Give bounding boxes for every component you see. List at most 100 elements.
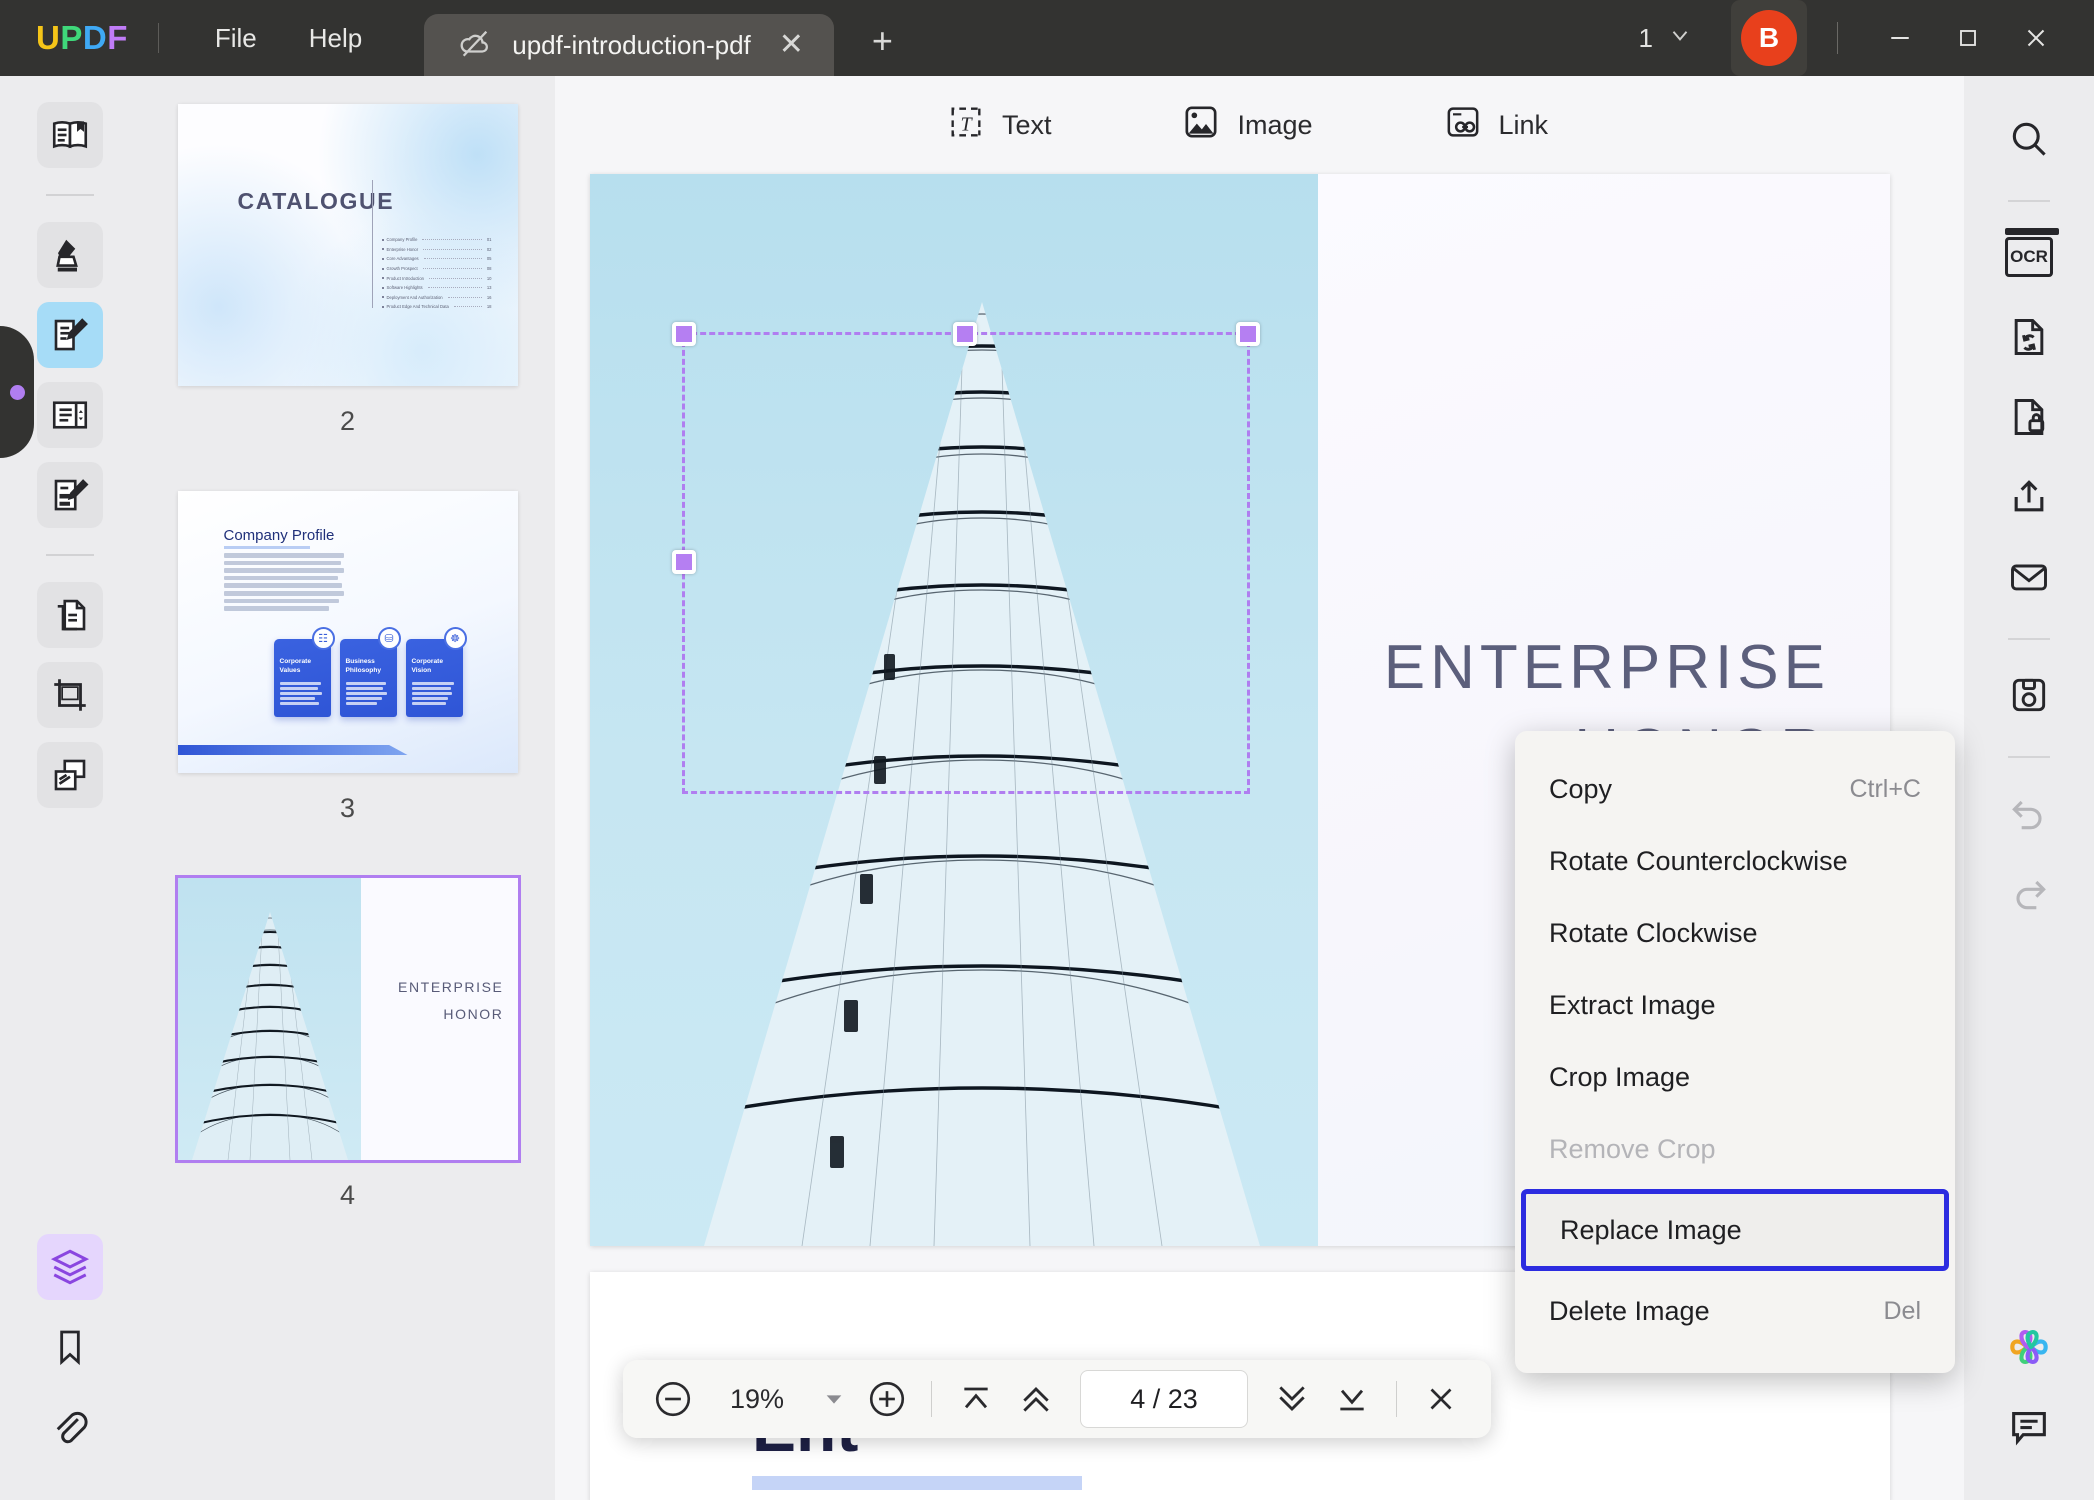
thumbnail-page-4[interactable]: ENTERPRISE HONOR [174,875,521,1163]
logo-letter-p: P [60,19,83,56]
avatar-button[interactable]: B [1731,0,1807,76]
ctx-crop-image[interactable]: Crop Image [1515,1041,1955,1113]
toolbar-divider-1 [931,1381,932,1417]
logo-letter-f: F [107,19,128,56]
sidebar-item-attachments[interactable] [37,1394,103,1460]
ocr-icon: OCR [2005,228,2059,277]
tool-ocr[interactable]: OCR [1996,224,2062,290]
main-document-area: T Text Image Link ENTERPRISE Copy Ctrl+C… [555,76,2094,1500]
thumbnail-page-number: 2 [339,406,356,436]
edit-tool-text[interactable]: T Text [930,92,1068,159]
link-icon [1443,102,1483,149]
skyscraper-photo [704,302,1260,1246]
maximize-button[interactable] [1936,11,2000,65]
collapse-panel-handle[interactable] [0,326,34,458]
sidebar-item-page-organize[interactable] [37,382,103,448]
tool-save[interactable] [1996,662,2062,728]
thumb4-photo [177,878,362,1160]
image-context-menu[interactable]: Copy Ctrl+C Rotate Counterclockwise Rota… [1515,731,1955,1373]
thumbnail-page-3[interactable]: Company Profile ☷ Corporate Values ⛁ Bus… [177,491,518,773]
page-photo-region[interactable] [590,174,1318,1246]
sidebar-item-organize-pages[interactable] [37,582,103,648]
page-thumbnail-panel[interactable]: CATALOGUE Company Profile 01 Enterprise H… [140,76,555,1500]
tool-redo[interactable] [1996,860,2062,926]
sidebar-item-fill-sign[interactable] [37,462,103,528]
sidebar-item-edit-pdf[interactable] [37,302,103,368]
ctx-copy-label: Copy [1549,773,1613,804]
rail-divider-1 [46,194,94,196]
thumb4-title: ENTERPRISE HONOR [398,979,504,1022]
logo-letter-d: D [82,19,108,56]
next-page-button[interactable] [1264,1370,1320,1428]
window-count-selector[interactable]: 1 [1625,14,1707,63]
logo-divider [157,23,159,53]
edit-tool-link[interactable]: Link [1427,92,1565,159]
zoom-in-button[interactable] [859,1370,915,1428]
edit-tool-image-label: Image [1237,109,1313,140]
edit-tool-text-label: Text [1001,109,1052,140]
window-count-label: 1 [1638,22,1653,53]
thumb3-title-underline [223,546,310,549]
sidebar-item-bookmarks[interactable] [37,1314,103,1380]
app-logo[interactable]: U P D F [36,19,128,57]
ctx-replace-image[interactable]: Replace Image [1521,1189,1949,1271]
new-tab-button[interactable]: + [860,18,905,64]
ctx-copy[interactable]: Copy Ctrl+C [1515,753,1955,825]
edit-toolbar: T Text Image Link [555,76,1939,174]
ctx-extract-image-label: Extract Image [1549,989,1716,1020]
page-indicator-input[interactable]: 4 / 23 [1080,1370,1248,1428]
tool-search[interactable] [1996,106,2062,172]
thumbnail-item[interactable]: CATALOGUE Company Profile 01 Enterprise H… [140,104,555,491]
tab-close-icon[interactable]: ✕ [771,24,812,66]
ctx-extract-image[interactable]: Extract Image [1515,969,1955,1041]
right-tool-rail: OCR [1964,76,2094,1500]
ctx-rotate-ccw[interactable]: Rotate Counterclockwise [1515,825,1955,897]
ocr-icon-lid [2005,228,2059,235]
sidebar-item-reader[interactable] [37,102,103,168]
svg-text:T: T [960,113,973,135]
thumbnail-page-2[interactable]: CATALOGUE Company Profile 01 Enterprise H… [177,104,518,386]
prev-page-button[interactable] [1008,1370,1064,1428]
close-button[interactable] [2004,11,2068,65]
collapse-dot-icon [9,384,25,400]
tool-ai-assistant[interactable] [1996,1314,2062,1380]
title-bar: U P D F File Help updf-introduction-pdf … [0,0,2094,76]
first-page-button[interactable] [948,1370,1004,1428]
tool-comments[interactable] [1996,1394,2062,1460]
left-tool-rail [0,76,140,1500]
thumb2-toc: Company Profile 01 Enterprise Honor 02 Cor… [381,235,492,312]
chevron-down-icon [1667,22,1693,55]
thumbnail-item[interactable]: Company Profile ☷ Corporate Values ⛁ Bus… [140,491,555,878]
thumb3-cards: ☷ Corporate Values ⛁ Business Philosophy… [273,627,467,717]
tool-protect[interactable] [1996,384,2062,450]
ocr-icon-label: OCR [2010,247,2048,266]
tool-undo[interactable] [1996,780,2062,846]
close-navigation-button[interactable] [1413,1370,1469,1428]
avatar: B [1741,10,1797,66]
menu-file[interactable]: File [189,13,283,64]
tool-email[interactable] [1996,544,2062,610]
thumbnail-item[interactable]: ENTERPRISE HONOR 4 [140,875,555,1265]
last-page-button[interactable] [1324,1370,1380,1428]
card-badge-icon: ⛁ [377,627,401,650]
tool-share[interactable] [1996,464,2062,530]
sidebar-item-crop[interactable] [37,662,103,728]
card-badge-icon: ☸ [443,627,467,650]
sidebar-item-layers[interactable] [37,1234,103,1300]
zoom-dropdown-chevron-down-icon[interactable] [813,1370,855,1428]
zoom-out-button[interactable] [645,1370,701,1428]
ctx-replace-image-label: Replace Image [1560,1214,1742,1245]
document-tab[interactable]: updf-introduction-pdf ✕ [424,14,834,76]
ctx-delete-image[interactable]: Delete Image Del [1515,1275,1955,1347]
edit-tool-image[interactable]: Image [1165,92,1328,159]
sidebar-item-batch[interactable] [37,742,103,808]
tool-convert[interactable] [1996,304,2062,370]
ctx-remove-crop: Remove Crop [1515,1113,1955,1185]
minimize-button[interactable] [1868,11,1932,65]
menu-help[interactable]: Help [283,13,388,64]
sidebar-item-annotate-highlighter[interactable] [37,222,103,288]
card-title: Business Philosophy [345,658,382,674]
window-controls-group: 1 B [1625,0,2094,76]
zoom-level-value[interactable]: 19% [705,1384,809,1415]
ctx-rotate-cw[interactable]: Rotate Clockwise [1515,897,1955,969]
